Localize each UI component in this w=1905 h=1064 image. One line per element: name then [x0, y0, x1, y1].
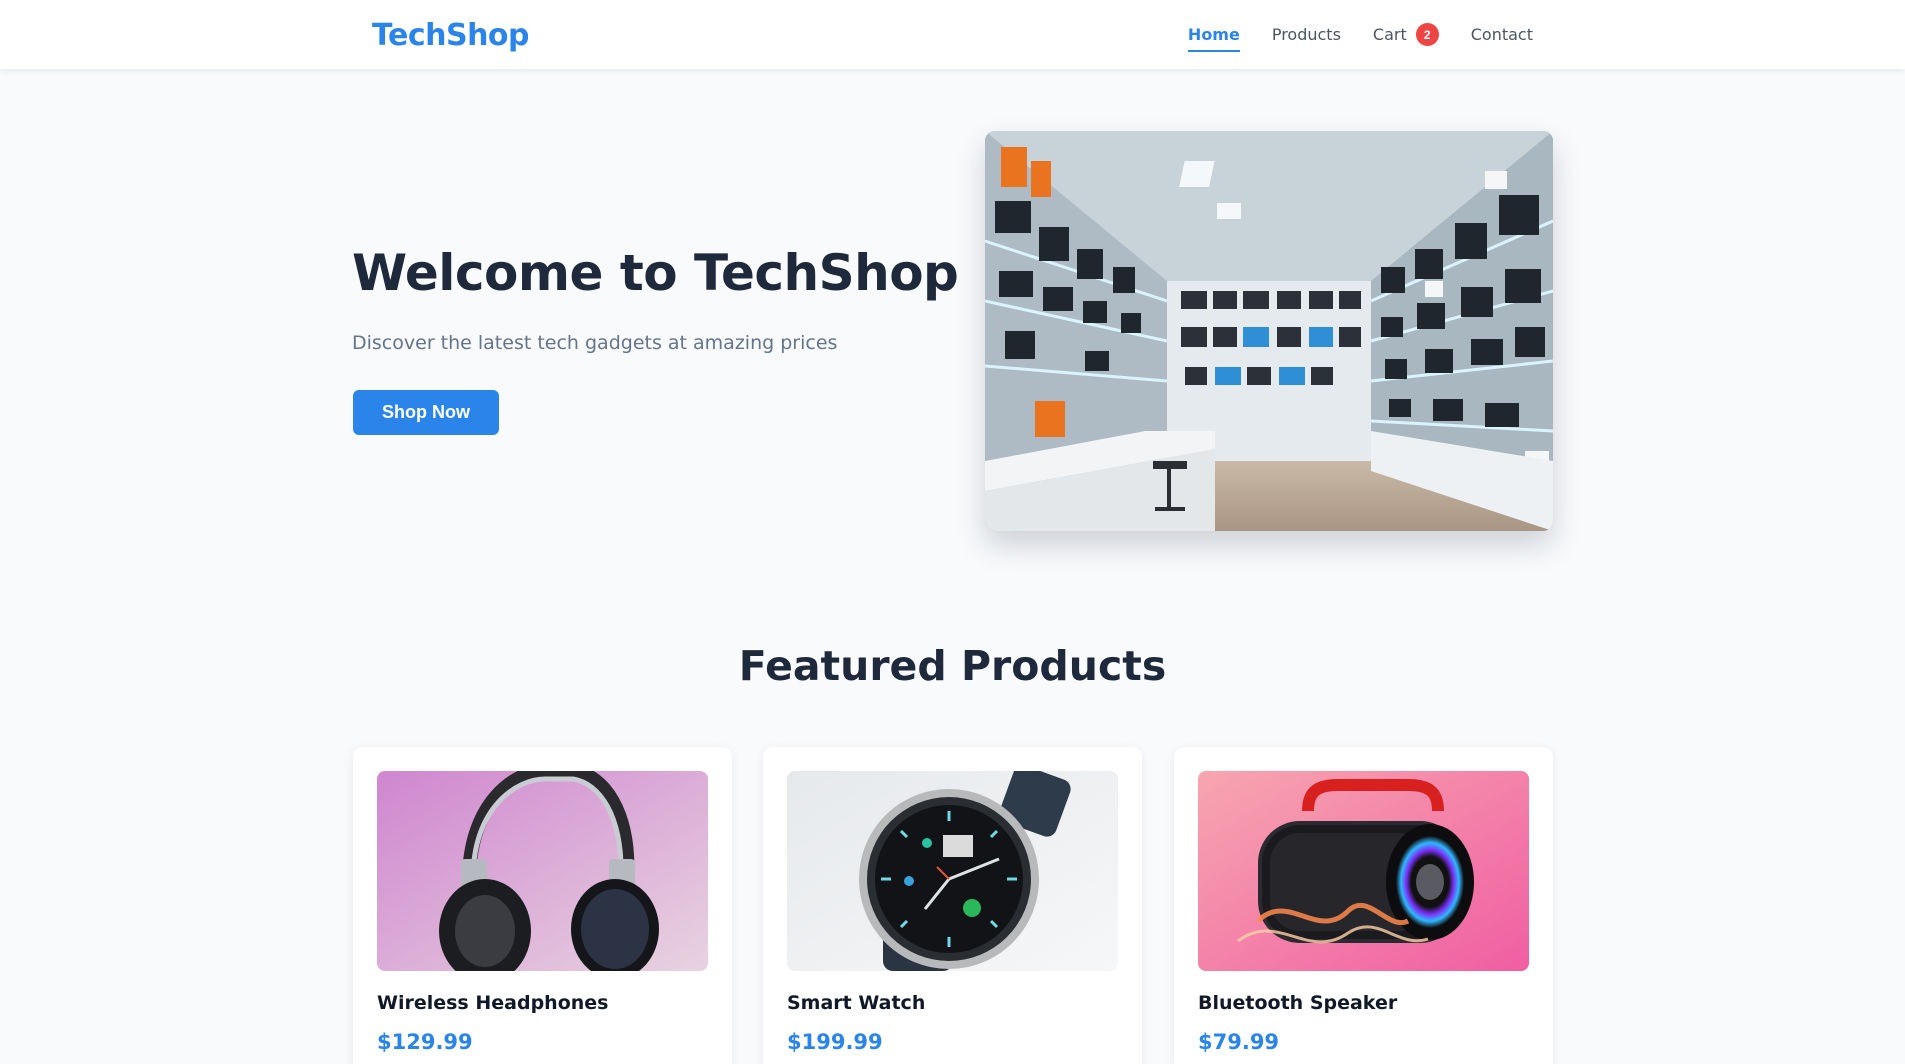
product-image[interactable]: [1198, 771, 1529, 971]
product-name[interactable]: Bluetooth Speaker: [1198, 992, 1397, 1014]
hero-subtitle: Discover the latest tech gadgets at amaz…: [352, 332, 838, 354]
product-image[interactable]: [787, 771, 1118, 971]
nav-link-products[interactable]: Products: [1272, 0, 1341, 69]
hero-store-image: [985, 131, 1553, 531]
product-image[interactable]: [377, 771, 708, 971]
headphones-icon: [377, 771, 708, 971]
product-price: $79.99: [1198, 1030, 1280, 1054]
shop-now-button[interactable]: Shop Now: [353, 390, 499, 435]
product-name[interactable]: Smart Watch: [787, 992, 925, 1014]
nav-link-cart[interactable]: Cart 2: [1373, 0, 1439, 69]
nav-link-contact[interactable]: Contact: [1471, 0, 1533, 69]
featured-products-title: Featured Products: [738, 642, 1167, 690]
product-card-smartwatch[interactable]: Smart Watch $199.99: [763, 747, 1142, 1064]
main-nav: Home Products Cart 2 Contact: [1156, 0, 1533, 69]
nav-link-cart-label: Cart: [1372, 25, 1407, 44]
product-price: $129.99: [377, 1030, 473, 1054]
smartwatch-icon: [787, 771, 1118, 971]
cart-count-badge: 2: [1415, 23, 1439, 46]
speaker-icon: [1198, 771, 1529, 971]
nav-link-home[interactable]: Home: [1187, 0, 1240, 69]
product-card-speaker[interactable]: Bluetooth Speaker $79.99: [1174, 747, 1553, 1064]
product-price: $199.99: [787, 1030, 883, 1054]
product-name[interactable]: Wireless Headphones: [377, 992, 608, 1014]
top-navbar: TechShop Home Products Cart 2 Contact: [0, 0, 1905, 69]
brand-logo[interactable]: TechShop: [372, 18, 530, 53]
product-card-headphones[interactable]: Wireless Headphones $129.99: [353, 747, 732, 1064]
hero-title: Welcome to TechShop: [352, 244, 959, 302]
electronics-store-icon: [985, 131, 1553, 531]
